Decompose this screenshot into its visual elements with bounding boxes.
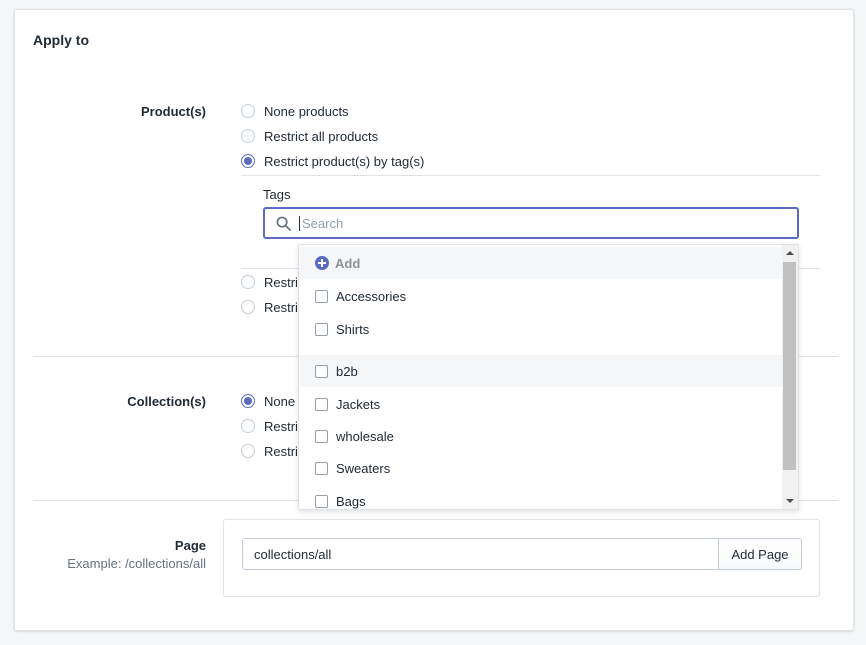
tag-option[interactable]: b2b [299, 355, 783, 387]
radio-button[interactable] [241, 275, 255, 289]
tag-option[interactable]: wholesale [299, 420, 783, 452]
scroll-up-arrow-icon[interactable] [786, 251, 794, 255]
tag-option-label: Sweaters [336, 460, 391, 476]
radio-product-option-4[interactable]: Restric [241, 272, 304, 292]
scroll-down-arrow-icon[interactable] [786, 499, 794, 503]
tags-dropdown: Add Accessories Shirts b2b Jackets whole… [298, 244, 799, 510]
radio-button-selected[interactable] [241, 394, 255, 408]
tag-option[interactable]: Jackets [299, 388, 783, 420]
dropdown-scrollbar[interactable] [782, 245, 798, 509]
radio-collection-option-2[interactable]: Restric [241, 416, 304, 436]
collections-label: Collection(s) [127, 394, 206, 409]
card-title: Apply to [33, 32, 89, 48]
page-input[interactable] [242, 538, 720, 570]
scrollbar-thumb[interactable] [783, 262, 796, 470]
tag-option-label: Jackets [336, 396, 381, 412]
add-page-button[interactable]: Add Page [718, 538, 802, 570]
radio-button[interactable] [241, 129, 255, 143]
tags-search-box[interactable] [263, 207, 799, 239]
tag-option-label: b2b [336, 363, 358, 379]
search-icon [276, 216, 291, 231]
tag-option-label: Shirts [336, 321, 370, 337]
radio-button[interactable] [241, 419, 255, 433]
checkbox[interactable] [315, 289, 328, 303]
radio-restrict-all-products[interactable]: Restrict all products [241, 126, 378, 146]
page-input-box: Add Page [223, 519, 820, 597]
radio-label: None products [264, 103, 349, 119]
radio-product-option-5[interactable]: Restric [241, 297, 304, 317]
checkbox[interactable] [315, 494, 328, 508]
radio-button-selected[interactable] [241, 154, 255, 168]
checkbox[interactable] [315, 461, 328, 475]
tag-option[interactable]: Bags [299, 485, 783, 509]
radio-label: Restrict all products [264, 128, 379, 144]
radio-restrict-products-by-tags[interactable]: Restrict product(s) by tag(s) [241, 151, 424, 171]
radio-button[interactable] [241, 104, 255, 118]
add-tag-option[interactable]: Add [299, 247, 783, 279]
tag-option-label: Accessories [336, 288, 407, 304]
tag-option-label: wholesale [336, 428, 394, 444]
tag-option-label: Bags [336, 493, 366, 509]
checkbox[interactable] [315, 322, 328, 336]
add-tag-label: Add [335, 255, 361, 271]
tag-option[interactable]: Sweaters [299, 452, 783, 484]
checkbox[interactable] [315, 397, 328, 411]
radio-collection-option-3[interactable]: Restric [241, 441, 304, 461]
tags-label: Tags [263, 187, 291, 202]
products-label: Product(s) [141, 104, 206, 119]
plus-circle-icon [315, 256, 329, 270]
radio-button[interactable] [241, 300, 255, 314]
apply-to-card: Apply to Product(s) None products Restri… [14, 9, 854, 631]
radio-none-products[interactable]: None products [241, 101, 349, 121]
checkbox[interactable] [315, 429, 328, 443]
tag-option[interactable]: Shirts [299, 313, 783, 345]
page-label: Page [174, 538, 206, 553]
tags-top-divider [241, 175, 820, 176]
radio-label: Restrict product(s) by tag(s) [264, 153, 425, 169]
tag-option[interactable]: Accessories [299, 280, 783, 312]
checkbox[interactable] [315, 364, 328, 378]
radio-button[interactable] [241, 444, 255, 458]
radio-none-collections[interactable]: None c [241, 391, 305, 411]
tags-search-input[interactable] [299, 215, 782, 231]
page-example-text: Example: /collections/all [67, 556, 206, 571]
